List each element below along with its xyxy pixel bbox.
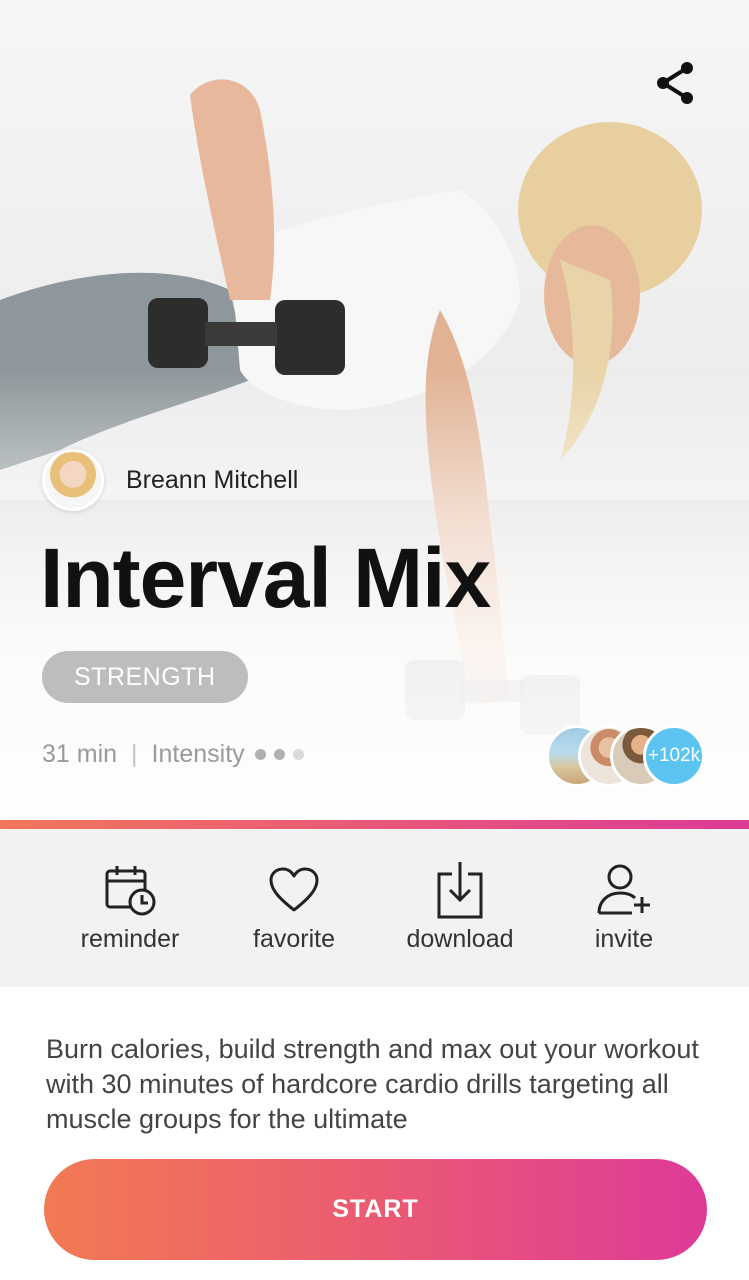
participants-group[interactable]: +102k <box>546 725 711 789</box>
workout-title: Interval Mix <box>40 531 491 625</box>
favorite-label: favorite <box>253 925 335 953</box>
trainer-name[interactable]: Breann Mitchell <box>126 466 298 495</box>
intensity-dot <box>292 749 304 760</box>
intensity-dot <box>254 749 266 760</box>
intensity-label: Intensity <box>151 740 245 768</box>
reminder-label: reminder <box>80 925 180 953</box>
download-icon <box>437 862 483 919</box>
category-tag: STRENGTH <box>42 651 248 703</box>
trainer-avatar[interactable] <box>42 449 104 511</box>
share-icon <box>657 62 693 104</box>
heart-icon <box>269 867 319 912</box>
calendar-clock-icon <box>105 866 156 916</box>
intensity-indicator <box>254 749 312 760</box>
meta-divider: | <box>131 740 138 768</box>
participant-count-badge[interactable]: +102k <box>643 725 705 787</box>
intensity-dot <box>273 749 285 760</box>
action-bar: reminder favorite download invite <box>0 829 749 987</box>
reminder-button[interactable]: reminder <box>66 829 194 987</box>
workout-description: Burn calories, build strength and max ou… <box>46 1034 699 1134</box>
favorite-button[interactable]: favorite <box>244 829 344 987</box>
invite-label: invite <box>594 925 654 953</box>
trainer-info[interactable]: Breann Mitchell <box>42 449 298 511</box>
start-button[interactable]: START <box>44 1159 707 1260</box>
workout-meta: 31 min | Intensity <box>42 740 312 769</box>
download-label: download <box>406 925 514 953</box>
invite-button[interactable]: invite <box>580 829 668 987</box>
duration-text: 31 min <box>42 740 118 768</box>
add-user-icon <box>597 864 650 915</box>
share-button[interactable] <box>650 58 700 108</box>
hero-banner: Breann Mitchell Interval Mix STRENGTH 31… <box>0 0 749 820</box>
download-button[interactable]: download <box>398 829 522 987</box>
accent-divider <box>0 820 749 829</box>
